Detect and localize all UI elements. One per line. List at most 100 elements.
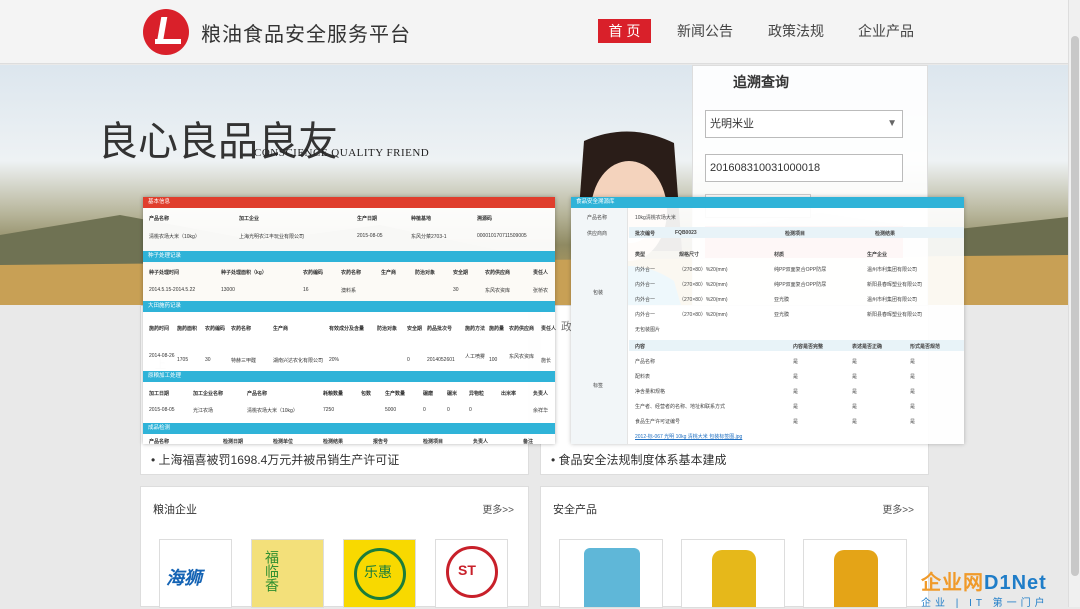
field-header: 农药编码 [205,326,226,332]
nav-home[interactable]: 首 页 [598,19,651,43]
label-cell: 是 [910,389,916,395]
pack-cell: 温州市利集团有限公司 [867,267,918,273]
page-scrollbar[interactable] [1068,0,1080,607]
inspect-header: 负责人 [473,439,489,445]
label-cell: 是 [793,359,799,365]
site-logo[interactable] [143,9,189,55]
label-header: 内容是否完整 [793,344,824,350]
pack-cell: 纯PP双面复合OPP防尿 [774,282,827,288]
product-oil-2[interactable] [803,539,907,608]
enterprise-logo-fulinxiang[interactable]: 福临香 [251,539,324,608]
process-cell: 清桃农场大米（10kg） [247,408,298,414]
label-cell: 食品生产许可证编号 [635,419,681,425]
process-cell: 光江农场 [193,408,214,414]
products-more-link[interactable]: 更多>> [882,501,914,516]
process-cell: 2015-08-05 [149,407,175,413]
pack-cell: 内外合一 [635,282,656,288]
field-cell: 特赫三甲醛 [231,358,257,364]
watermark-brand-b: D1Net [984,572,1047,594]
nav-products[interactable]: 企业产品 [858,19,914,43]
label-header: 形式是否规范 [910,344,941,350]
batch-value: FQB0023 [675,230,697,236]
pack-cell: （270×80）%20(mm) [679,282,728,288]
news-item-text[interactable]: 上海福喜被罚1698.4万元并被吊销生产许可证 [159,453,400,467]
news-item[interactable]: • 食品安全法规制度体系基本建成 [551,451,727,468]
chevron-down-icon[interactable]: ▼ [887,111,897,137]
field-header: 药品批次号 [427,326,453,332]
process-header: 耗粮数量 [323,391,344,397]
product-rice-bag[interactable] [559,539,663,608]
basic-header: 加工企业 [239,216,260,222]
banner-slogan-en: CONSCIENCE QUALITY FRIEND [254,147,430,159]
pack-cell: （270×80）%20(mm) [679,297,728,303]
trace-code-input[interactable]: 201608310031000018 [705,154,903,182]
inspect-header: 报告号 [373,439,389,445]
label-header: 表述是否正确 [852,344,883,350]
news-item[interactable]: • 上海福喜被罚1698.4万元并被吊销生产许可证 [151,451,399,468]
pack-cell: 亚光膜 [774,312,790,318]
basic-cell: 2015-08-05 [357,233,383,239]
pack-cell: 温州市利集团有限公司 [867,297,918,303]
label-cell: 是 [852,419,858,425]
field-cell: 20% [329,357,340,363]
label-cell: 配料表 [635,374,651,380]
product-name-value: 10kg清桃农场大米 [635,215,676,221]
nav-news[interactable]: 新闻公告 [677,19,733,43]
logo-text: 乐惠 [364,564,392,580]
field-cell: 30 [205,357,211,363]
label-cell: 是 [793,374,799,380]
label-cell: 是 [910,419,916,425]
seed-cell: 东风农资库 [485,288,511,294]
enterprise-section: 粮油企业 更多>> 海狮 福临香 乐惠 ST [140,486,529,608]
seed-header: 农药供应商 [485,270,511,276]
product-oil-1[interactable] [681,539,785,608]
label-cell: 是 [793,404,799,410]
field-cell: 0 [407,357,410,363]
field-cell: 2014052601 [427,357,455,363]
process-cell: 0 [447,407,450,413]
process-cell: 5000 [385,407,397,413]
label-image-link[interactable]: 2012-标-067 光明 10kg 清桃大米 包装标签图.jpg [635,433,742,440]
field-header: 安全期 [407,326,423,332]
company-select[interactable]: 光明米业 ▼ [705,110,903,138]
nav-policy[interactable]: 政策法规 [768,19,824,43]
basic-header: 溯源码 [477,216,493,222]
basic-cell: 000010170711509005 [477,233,527,239]
process-header: 异物粒 [469,391,485,397]
packaging-sidebar [571,208,628,444]
process-cell: 0 [423,407,426,413]
field-cell: 湖南兴达农化有限公司 [273,358,324,364]
process-header: 碾磨 [423,391,434,397]
enterprise-title: 粮油企业 [153,504,197,516]
enterprise-logo-st[interactable]: ST [435,539,508,608]
col-item: 检测项目 [785,231,806,237]
logo-text: 福临香 [264,550,280,592]
news-item-text[interactable]: 食品安全法规制度体系基本建成 [559,453,727,467]
scrollbar-thumb[interactable] [1071,36,1079,576]
field-cell: 1705 [177,357,189,363]
label-cell: 是 [910,404,916,410]
basic-info-bar: 基本信息 [143,197,555,208]
label-header: 内容 [635,344,646,350]
seed-bar: 种子处理记录 [143,251,555,262]
inspect-header: 检测单位 [273,439,294,445]
site-title: 粮油食品安全服务平台 [201,24,411,46]
enterprise-logo-lehui[interactable]: 乐惠 [343,539,416,608]
side-label: 标签 [593,383,604,389]
basic-header: 生产日期 [357,216,378,222]
process-header: 加工日期 [149,391,170,397]
field-header: 施药时间 [149,326,170,332]
pack-cell: 内外合一 [635,312,656,318]
field-header: 施药量 [489,326,505,332]
pack-cell: 内外合一 [635,267,656,273]
pack-header: 生产企业 [867,252,888,258]
packaging-bar: 食品安全溯源库 [571,197,964,208]
site-header: 粮油食品安全服务平台 首 页 新闻公告 政策法规 企业产品 [0,0,1080,64]
enterprise-more-link[interactable]: 更多>> [482,501,514,516]
enterprise-logo-haishi[interactable]: 海狮 [159,539,232,608]
inspect-bar: 成品检测 [143,423,555,434]
pack-header: 材质 [774,252,785,258]
label-cell: 净含量和规格 [635,389,666,395]
field-header: 有效成分及含量 [329,326,365,332]
process-bar: 原粮加工处理 [143,371,555,382]
